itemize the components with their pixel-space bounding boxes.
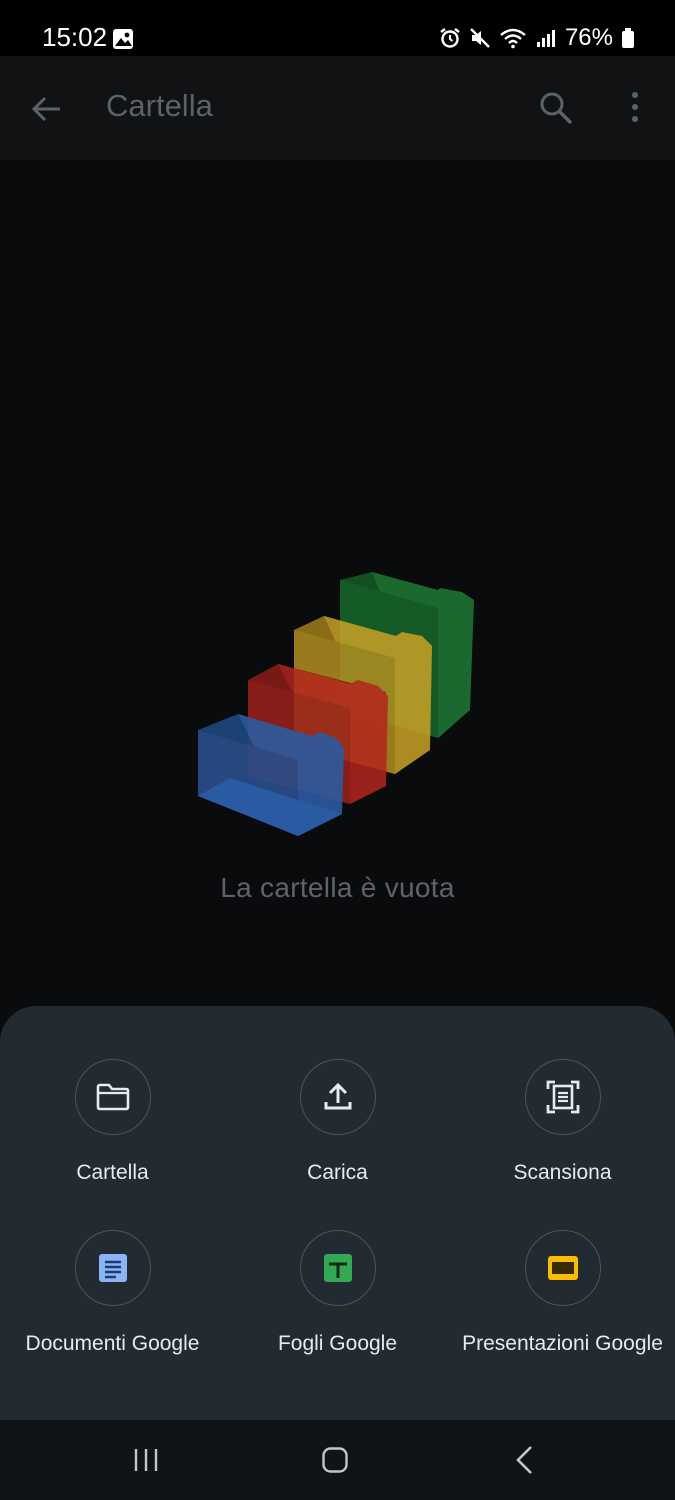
scan-icon	[546, 1080, 579, 1114]
empty-state-message: La cartella è vuota	[220, 872, 455, 903]
battery-icon	[622, 28, 634, 48]
action-circle[interactable]	[524, 1059, 601, 1135]
signal-icon	[536, 30, 555, 47]
system-navigation-bar	[0, 1420, 675, 1500]
recents-icon[interactable]	[132, 1446, 160, 1474]
upload-icon	[324, 1082, 351, 1110]
google-docs-button[interactable]: Documenti Google	[0, 1230, 225, 1356]
google-slides-icon	[547, 1256, 578, 1280]
upload-button[interactable]: Carica	[225, 1059, 450, 1185]
action-label: Documenti Google	[25, 1332, 200, 1355]
action-circle[interactable]	[299, 1059, 376, 1135]
battery-percent: 76%	[564, 24, 613, 51]
google-sheets-icon	[323, 1254, 352, 1282]
status-time: 15:02	[42, 22, 108, 52]
home-icon[interactable]	[321, 1446, 349, 1474]
empty-folder-illustration	[198, 572, 474, 836]
wifi-icon	[500, 28, 526, 49]
google-slides-button[interactable]: Presentazioni Google	[450, 1230, 675, 1356]
action-circle[interactable]	[524, 1230, 601, 1306]
gallery-icon	[113, 29, 133, 49]
new-folder-button[interactable]: Cartella	[0, 1059, 225, 1185]
google-docs-icon	[98, 1254, 127, 1282]
action-circle[interactable]	[74, 1230, 151, 1306]
folder-icon	[96, 1083, 129, 1111]
status-icons: 76%	[439, 24, 635, 52]
scan-button[interactable]: Scansiona	[450, 1059, 675, 1185]
more-vert-icon[interactable]	[622, 86, 648, 130]
google-sheets-button[interactable]: Fogli Google	[225, 1230, 450, 1356]
create-new-bottom-sheet: Cartella Carica Scansiona Documenti Goog…	[0, 1006, 675, 1420]
nav-back-icon[interactable]	[513, 1444, 535, 1476]
action-label: Cartella	[76, 1161, 149, 1184]
action-label: Fogli Google	[277, 1332, 398, 1355]
action-label: Carica	[307, 1161, 368, 1184]
page-title: Cartella	[106, 88, 213, 123]
action-label: Presentazioni Google	[462, 1332, 663, 1355]
action-circle[interactable]	[74, 1059, 151, 1135]
alarm-icon	[440, 28, 460, 48]
action-circle[interactable]	[299, 1230, 376, 1306]
action-label: Scansiona	[513, 1161, 612, 1184]
arrow-back-icon[interactable]	[30, 92, 64, 126]
search-icon[interactable]	[538, 90, 574, 126]
app-bar: Cartella	[0, 56, 675, 160]
mute-icon	[470, 28, 490, 48]
